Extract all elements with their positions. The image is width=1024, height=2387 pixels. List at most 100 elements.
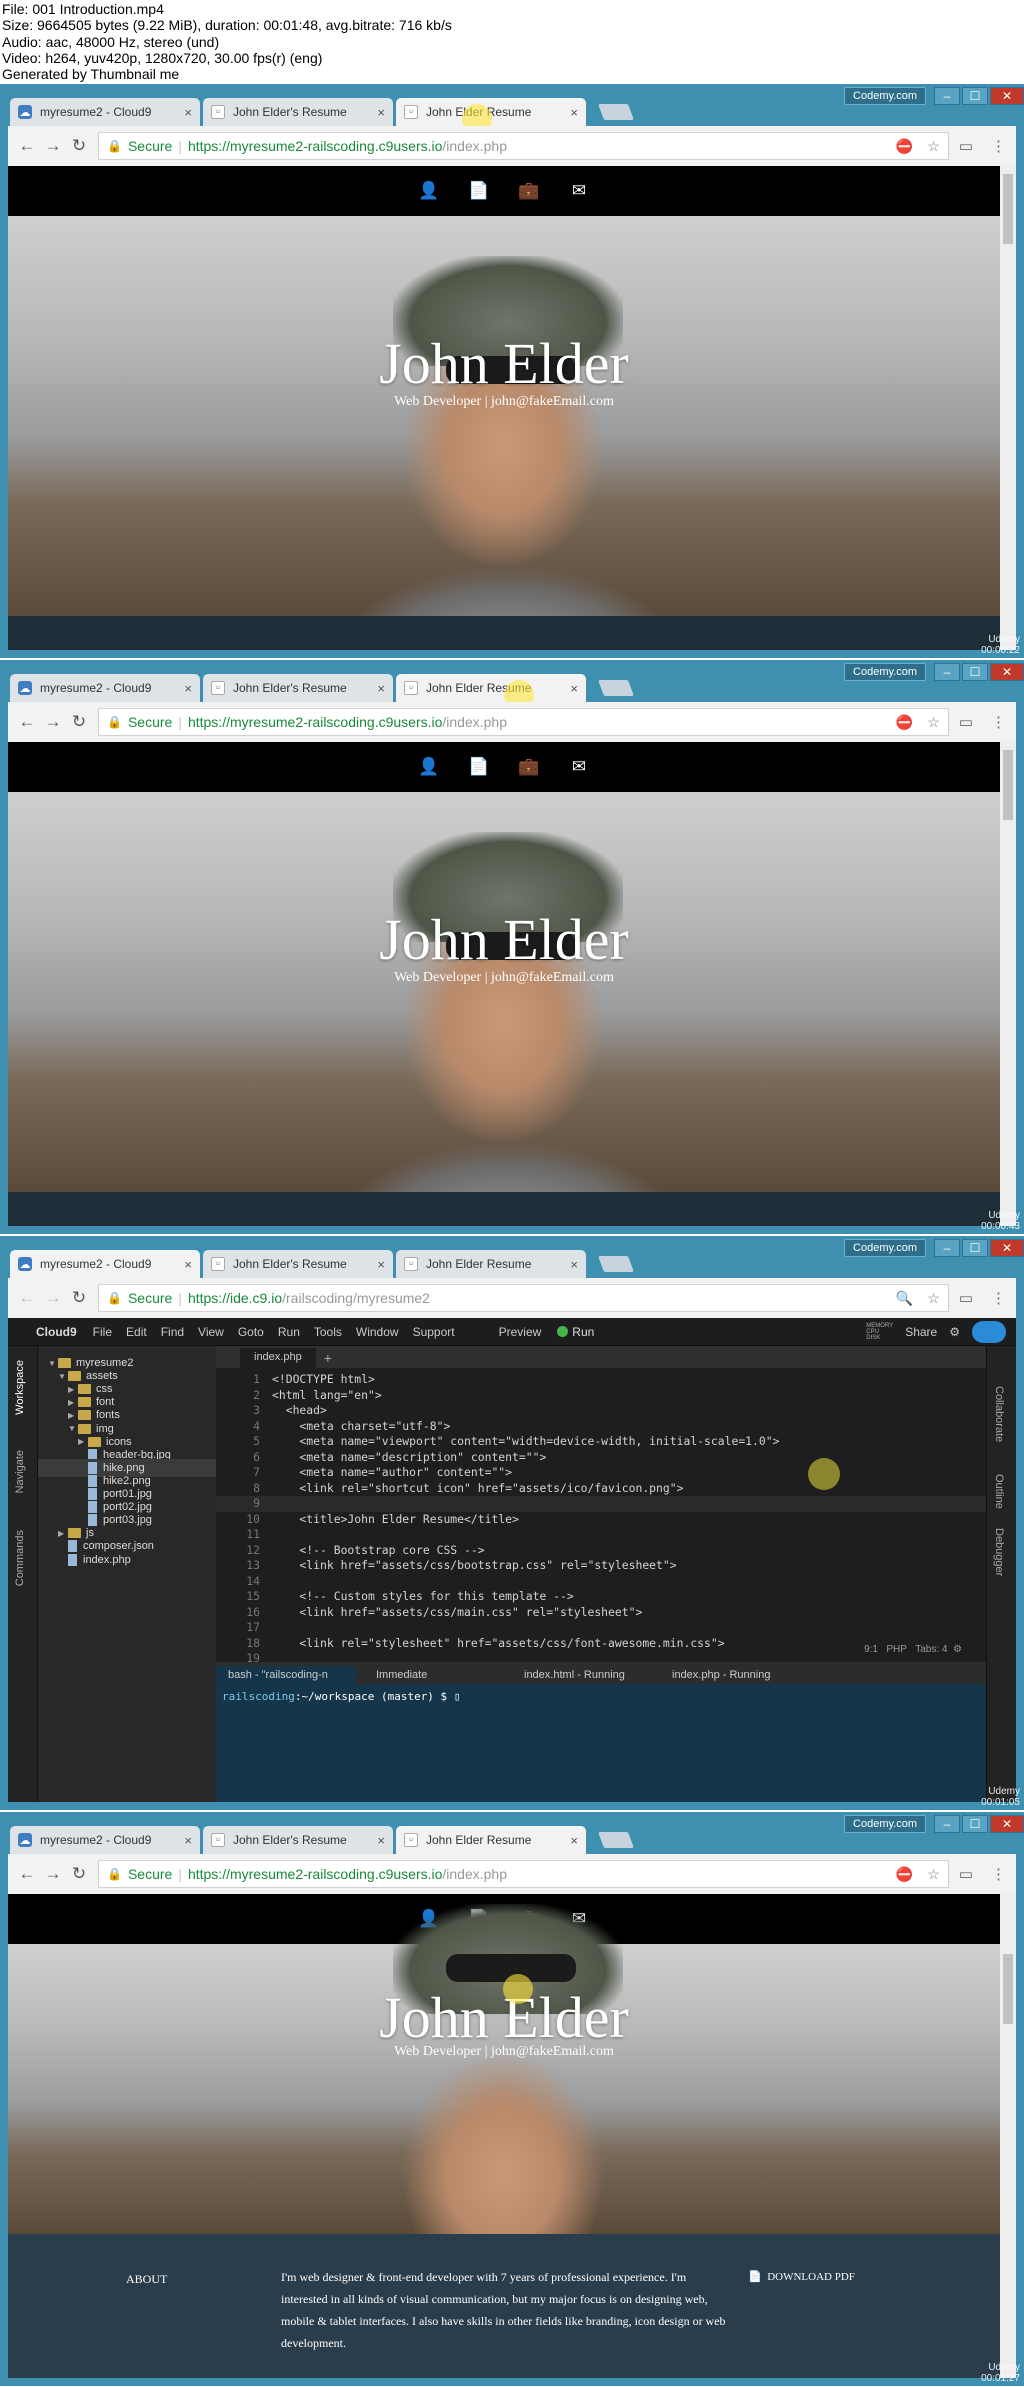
new-tab-button[interactable] — [598, 104, 634, 120]
close-tab-icon[interactable]: × — [377, 105, 385, 120]
zoom-icon[interactable]: 🔍 — [896, 1290, 913, 1307]
scrollbar[interactable] — [1000, 1894, 1016, 2378]
tab-outline[interactable]: Outline — [993, 1474, 1005, 1509]
terminal-tab-index-php[interactable]: index.php - Running — [660, 1666, 800, 1684]
close-tab-icon[interactable]: × — [570, 681, 578, 696]
envelope-icon[interactable]: ✉ — [563, 751, 595, 783]
maximize-icon[interactable]: ☐ — [962, 1815, 988, 1833]
extension-icon[interactable]: ⛔ — [896, 714, 913, 731]
menu-icon[interactable]: ⋮ — [991, 137, 1006, 155]
code-area[interactable]: 1 <!DOCTYPE html> 2 <html lang="en"> 3 <head… — [216, 1368, 986, 1665]
close-window-icon[interactable]: ✕ — [990, 663, 1024, 681]
bookmark-star-icon[interactable]: ☆ — [927, 1866, 940, 1883]
forward-icon[interactable]: → — [40, 1864, 66, 1884]
tree-file[interactable]: index.php — [58, 1551, 131, 1569]
file-icon[interactable]: 📄 — [463, 175, 495, 207]
extension-icon[interactable]: ⛔ — [896, 1866, 913, 1883]
forward-icon[interactable]: → — [40, 136, 66, 156]
tab-resume-1[interactable]: ▫ John Elder's Resume × — [203, 1250, 393, 1278]
editor-tab-index-php[interactable]: index.php — [240, 1348, 316, 1368]
user-icon[interactable]: 👤 — [413, 751, 445, 783]
reload-icon[interactable]: ↻ — [66, 1864, 92, 1884]
reload-icon[interactable]: ↻ — [66, 1288, 92, 1308]
cast-icon[interactable]: ▭ — [959, 1865, 973, 1883]
back-icon[interactable]: ← — [14, 712, 40, 732]
tab-resume-2[interactable]: ▫John Elder Resume× — [396, 674, 586, 702]
cloud-icon[interactable] — [972, 1320, 1006, 1343]
close-tab-icon[interactable]: × — [184, 1257, 192, 1272]
menu-icon[interactable]: ⋮ — [991, 713, 1006, 731]
menu-find[interactable]: Find — [161, 1325, 184, 1339]
menu-window[interactable]: Window — [356, 1325, 399, 1339]
user-icon[interactable]: 👤 — [413, 175, 445, 207]
back-icon[interactable]: ← — [14, 136, 40, 156]
briefcase-icon[interactable]: 💼 — [513, 751, 545, 783]
address-bar[interactable]: 🔒 Secure | https://myresume2-railscoding.… — [98, 708, 949, 736]
briefcase-icon[interactable]: 💼 — [513, 175, 545, 207]
tab-resume-1[interactable]: ▫ John Elder's Resume × — [203, 1826, 393, 1854]
tab-cloud9[interactable]: ☁ myresume2 - Cloud9 × — [10, 98, 200, 126]
tab-cloud9[interactable]: ☁ myresume2 - Cloud9 × — [10, 1826, 200, 1854]
close-tab-icon[interactable]: × — [570, 1833, 578, 1848]
close-tab-icon[interactable]: × — [184, 1833, 192, 1848]
close-window-icon[interactable]: ✕ — [990, 1239, 1024, 1257]
extension-icon[interactable]: ⛔ — [896, 138, 913, 155]
bookmark-star-icon[interactable]: ☆ — [927, 1290, 940, 1307]
menu-edit[interactable]: Edit — [126, 1325, 147, 1339]
close-tab-icon[interactable]: × — [184, 681, 192, 696]
settings-gear-icon[interactable]: ⚙ — [953, 1644, 962, 1655]
terminal-prompt[interactable]: railscoding:~/workspace (master) $ ▯ — [222, 1690, 460, 1703]
menu-icon[interactable]: ⋮ — [991, 1865, 1006, 1883]
preview-button[interactable]: Preview — [499, 1325, 542, 1339]
reload-icon[interactable]: ↻ — [66, 136, 92, 156]
minimize-icon[interactable]: – — [934, 87, 960, 105]
terminal-tab-index-html[interactable]: index.html - Running — [512, 1666, 652, 1684]
share-button[interactable]: Share — [905, 1325, 937, 1339]
triangle-down-icon[interactable]: ▼ — [68, 1424, 78, 1433]
envelope-icon[interactable]: ✉ — [563, 175, 595, 207]
address-bar[interactable]: 🔒 Secure | https://myresume2-railscoding.… — [98, 1860, 949, 1888]
scrollbar[interactable] — [1000, 742, 1016, 1226]
back-icon[interactable]: ← — [14, 1288, 40, 1308]
triangle-down-icon[interactable]: ▼ — [58, 1372, 68, 1381]
tab-cloud9[interactable]: ☁ myresume2 - Cloud9 × — [10, 674, 200, 702]
run-button[interactable]: Run — [557, 1325, 594, 1339]
maximize-icon[interactable]: ☐ — [962, 1239, 988, 1257]
minimize-icon[interactable]: – — [934, 663, 960, 681]
tab-debugger[interactable]: Debugger — [993, 1528, 1005, 1576]
maximize-icon[interactable]: ☐ — [962, 87, 988, 105]
menu-icon[interactable]: ⋮ — [991, 1289, 1006, 1307]
menu-view[interactable]: View — [198, 1325, 224, 1339]
close-tab-icon[interactable]: × — [570, 105, 578, 120]
new-tab-button[interactable] — [598, 680, 634, 696]
new-tab-button[interactable] — [598, 1832, 634, 1848]
tab-resume-1[interactable]: ▫ John Elder's Resume × — [203, 98, 393, 126]
close-tab-icon[interactable]: × — [377, 1257, 385, 1272]
minimize-icon[interactable]: – — [934, 1815, 960, 1833]
address-bar[interactable]: 🔒 Secure | https://myresume2-railscoding.… — [98, 132, 949, 160]
tab-commands[interactable]: Commands — [14, 1530, 26, 1586]
cast-icon[interactable]: ▭ — [959, 137, 973, 155]
tab-collaborate[interactable]: Collaborate — [993, 1386, 1005, 1442]
close-tab-icon[interactable]: × — [377, 681, 385, 696]
forward-icon[interactable]: → — [40, 712, 66, 732]
minimize-icon[interactable]: – — [934, 1239, 960, 1257]
tab-workspace[interactable]: Workspace — [14, 1360, 26, 1415]
bookmark-star-icon[interactable]: ☆ — [927, 138, 940, 155]
cast-icon[interactable]: ▭ — [959, 713, 973, 731]
maximize-icon[interactable]: ☐ — [962, 663, 988, 681]
menu-tools[interactable]: Tools — [314, 1325, 342, 1339]
close-tab-icon[interactable]: × — [570, 1257, 578, 1272]
menu-run[interactable]: Run — [278, 1325, 300, 1339]
terminal-tab-immediate[interactable]: Immediate — [364, 1666, 504, 1684]
reload-icon[interactable]: ↻ — [66, 712, 92, 732]
menu-support[interactable]: Support — [413, 1325, 455, 1339]
scrollbar[interactable] — [1000, 166, 1016, 650]
gear-icon[interactable]: ⚙ — [949, 1325, 960, 1339]
add-tab-icon[interactable]: + — [324, 1350, 332, 1366]
file-icon[interactable]: 📄 — [463, 751, 495, 783]
tab-cloud9[interactable]: ☁ myresume2 - Cloud9 × — [10, 1250, 200, 1278]
new-tab-button[interactable] — [598, 1256, 634, 1272]
close-tab-icon[interactable]: × — [377, 1833, 385, 1848]
download-pdf-link[interactable]: 📄 DOWNLOAD PDF — [748, 2270, 855, 2283]
